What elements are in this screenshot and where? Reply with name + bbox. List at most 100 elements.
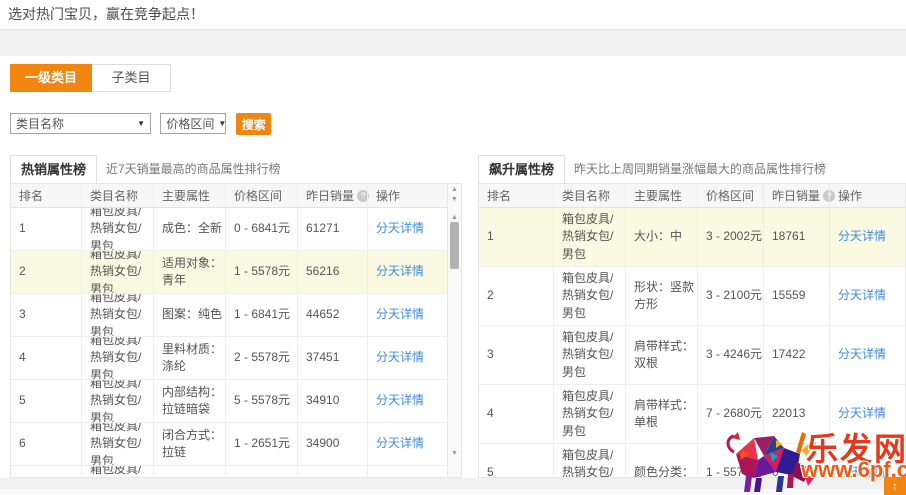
hot-table: 排名 类目名称 主要属性 价格区间 昨日销量 ? 操作 1 箱包皮具/热销女包/… xyxy=(10,183,462,478)
category-select[interactable]: 类目名称 ▼ xyxy=(10,113,151,134)
day-detail-link[interactable]: 分天详情 xyxy=(838,287,886,304)
sales-cell: 18761 xyxy=(763,208,829,266)
scroll-down-icon[interactable]: ▼ xyxy=(448,195,461,205)
col-action: 操作 xyxy=(367,184,448,207)
table-row: 6 箱包皮具/热销女包/男包 闭合方式：拉链 1 - 2651元 34900 分… xyxy=(11,423,448,466)
category-cell: 箱包皮具/热销女包/男包 xyxy=(553,444,625,478)
day-detail-link[interactable]: 分天详情 xyxy=(838,346,886,363)
hot-table-header: 排名 类目名称 主要属性 价格区间 昨日销量 ? 操作 xyxy=(11,184,448,208)
category-cell: 箱包皮具/热销女包/男包 xyxy=(553,385,625,443)
attr-cell: 肩带样式：单根 xyxy=(625,385,697,443)
sales-cell: 17422 xyxy=(763,326,829,384)
rise-description: 昨天比上周同期销量涨幅最大的商品属性排行榜 xyxy=(574,155,826,183)
chevron-down-icon: ▼ xyxy=(137,119,145,128)
sales-cell: 15559 xyxy=(763,267,829,325)
price-cell: 0 - 6841元 xyxy=(225,208,297,250)
sales-cell: 34910 xyxy=(297,380,367,422)
sales-cell: 61271 xyxy=(297,208,367,250)
back-to-top-button[interactable]: ↑ xyxy=(884,477,906,495)
day-detail-link[interactable]: 分天详情 xyxy=(838,405,886,422)
day-detail-link[interactable]: 分天详情 xyxy=(376,220,424,237)
col-category: 类目名称 xyxy=(81,184,153,207)
category-cell: 箱包皮具/热销女包/男包 xyxy=(81,423,153,465)
price-cell xyxy=(225,466,297,478)
tab-hot-attributes[interactable]: 热销属性榜 xyxy=(10,155,97,183)
action-cell: 分天详情 xyxy=(367,251,448,293)
rank-cell: 2 xyxy=(11,251,81,293)
price-cell: 3 - 4246元 xyxy=(697,326,763,384)
price-select-value: 价格区间 xyxy=(166,115,214,132)
category-cell: 箱包皮具/热销女包/男包 xyxy=(553,208,625,266)
price-cell: 5 - 5578元 xyxy=(225,380,297,422)
day-detail-link[interactable]: 分天详情 xyxy=(376,306,424,323)
price-cell: 3 - 2002元 xyxy=(697,208,763,266)
page-header: 选对热门宝贝，赢在竞争起点！ xyxy=(0,0,906,30)
search-button[interactable]: 搜索 xyxy=(236,113,271,135)
scrollbar[interactable]: ▲ ▼ ▲ ▼ xyxy=(447,184,461,477)
attr-cell: 肩带样式：双根 xyxy=(625,326,697,384)
chevron-down-icon: ▼ xyxy=(218,119,226,128)
action-cell: 分天详情 xyxy=(829,326,905,384)
rank-cell: 1 xyxy=(11,208,81,250)
rank-cell: 3 xyxy=(11,294,81,336)
col-action: 操作 xyxy=(829,184,905,207)
category-cell: 箱包皮具/热销女包/男包 xyxy=(81,208,153,250)
action-cell: 分天详情 xyxy=(367,337,448,379)
price-cell: 2 - 5578元 xyxy=(225,337,297,379)
category-cell: 箱包皮具/热销女包/男包 xyxy=(81,466,153,478)
scroll-up-icon[interactable]: ▲ xyxy=(448,185,461,195)
sales-cell: 34900 xyxy=(297,423,367,465)
day-detail-link[interactable]: 分天详情 xyxy=(376,392,424,409)
table-row: 箱包皮具/热销女包/男包 箱包硬度： xyxy=(11,466,448,478)
table-row: 3 箱包皮具/热销女包/男包 图案：纯色 1 - 6841元 44652 分天详… xyxy=(11,294,448,337)
action-cell xyxy=(367,466,448,478)
table-row: 2 箱包皮具/热销女包/男包 适用对象：青年 1 - 5578元 56216 分… xyxy=(11,251,448,294)
attr-cell: 闭合方式：拉链 xyxy=(153,423,225,465)
action-cell: 分天详情 xyxy=(367,208,448,250)
scrollbar-thumb[interactable] xyxy=(450,222,459,269)
day-detail-link[interactable]: 分天详情 xyxy=(838,228,886,245)
rise-tabbar: 飙升属性榜 昨天比上周同期销量涨幅最大的商品属性排行榜 xyxy=(478,155,906,183)
action-cell: 分天详情 xyxy=(367,423,448,465)
price-cell: 1 - 5578元 xyxy=(225,251,297,293)
attr-cell: 适用对象：青年 xyxy=(153,251,225,293)
category-cell: 箱包皮具/热销女包/男包 xyxy=(81,251,153,293)
action-cell: 分天详情 xyxy=(367,380,448,422)
category-cell: 箱包皮具/热销女包/男包 xyxy=(81,380,153,422)
tab-sub-category[interactable]: 子类目 xyxy=(92,64,171,92)
price-cell: 1 - 6841元 xyxy=(225,294,297,336)
rise-table-header: 排名 类目名称 主要属性 价格区间 昨日销量 ? 操作 xyxy=(479,184,905,208)
sales-cell xyxy=(297,466,367,478)
table-row: 2 箱包皮具/热销女包/男包 形状：竖款方形 3 - 2100元 15559 分… xyxy=(479,267,905,326)
table-row: 1 箱包皮具/热销女包/男包 大小：中 3 - 2002元 18761 分天详情 xyxy=(479,208,905,267)
rank-cell: 4 xyxy=(11,337,81,379)
col-sales: 昨日销量 ? xyxy=(297,184,367,207)
hot-description: 近7天销量最高的商品属性排行榜 xyxy=(106,155,281,183)
price-cell: 1 - 2651元 xyxy=(225,423,297,465)
sales-cell: 44652 xyxy=(297,294,367,336)
up-arrow-icon: ↑ xyxy=(892,479,898,493)
rank-cell: 5 xyxy=(11,380,81,422)
scroll-down-icon[interactable]: ▼ xyxy=(448,449,461,459)
sales-cell: 37451 xyxy=(297,337,367,379)
attr-cell: 大小：中 xyxy=(625,208,697,266)
day-detail-link[interactable]: 分天详情 xyxy=(376,349,424,366)
sales-cell: 56216 xyxy=(297,251,367,293)
col-price: 价格区间 xyxy=(697,184,763,207)
day-detail-link[interactable]: 分天详情 xyxy=(376,435,424,452)
attr-cell: 形状：竖款方形 xyxy=(625,267,697,325)
rank-cell: 4 xyxy=(479,385,553,443)
tab-primary-category[interactable]: 一级类目 xyxy=(10,64,92,92)
day-detail-link[interactable]: 分天详情 xyxy=(376,263,424,280)
category-cell: 箱包皮具/热销女包/男包 xyxy=(553,326,625,384)
attr-cell: 内部结构：拉链暗袋 xyxy=(153,380,225,422)
page-title: 选对热门宝贝，赢在竞争起点！ xyxy=(0,0,906,29)
attr-cell: 里料材质：涤纶 xyxy=(153,337,225,379)
col-rank: 排名 xyxy=(479,184,553,207)
price-select[interactable]: 价格区间 ▼ xyxy=(160,113,226,134)
price-cell: 3 - 2100元 xyxy=(697,267,763,325)
table-row: 5 箱包皮具/热销女包/男包 内部结构：拉链暗袋 5 - 5578元 34910… xyxy=(11,380,448,423)
col-price: 价格区间 xyxy=(225,184,297,207)
rank-cell: 5 xyxy=(479,444,553,478)
tab-rising-attributes[interactable]: 飙升属性榜 xyxy=(478,155,565,183)
